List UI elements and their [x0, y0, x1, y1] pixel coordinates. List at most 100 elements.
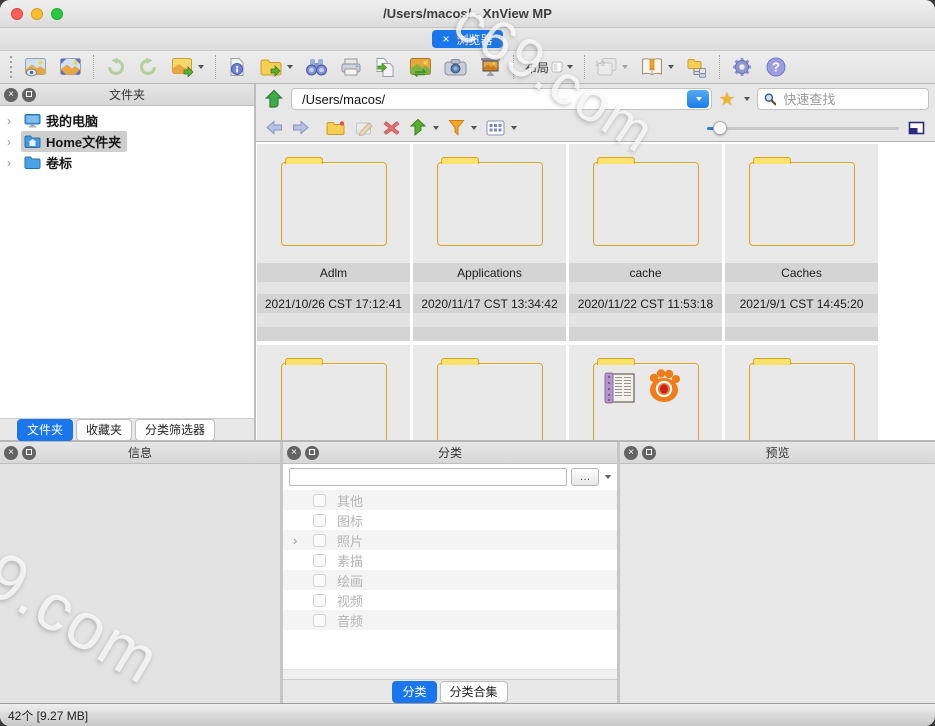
checkbox[interactable] [313, 574, 326, 587]
close-panel-button[interactable]: × [4, 446, 18, 460]
expand-icon[interactable]: › [293, 533, 297, 548]
view-image-button[interactable] [18, 53, 53, 81]
folder-thumbnail [569, 144, 722, 263]
layout-button[interactable]: 布局 [519, 53, 579, 81]
photo-compare-icon [409, 57, 432, 77]
hierarchy-button[interactable] [680, 53, 714, 81]
tree-item-volumes[interactable]: › 卷标 [0, 152, 254, 173]
tab-category-sets[interactable]: 分类合集 [440, 681, 508, 703]
file-item[interactable] [413, 345, 566, 440]
checkbox[interactable] [313, 614, 326, 627]
category-row-icons[interactable]: 图标 [283, 510, 617, 530]
delete-icon[interactable] [383, 120, 400, 136]
close-panel-button[interactable]: × [624, 446, 638, 460]
settings-button[interactable] [725, 53, 759, 81]
file-item[interactable] [725, 345, 878, 440]
file-item-cache[interactable]: cache 2020/11/22 CST 11:53:18 [569, 144, 722, 341]
chevron-down-icon[interactable] [605, 475, 611, 479]
float-panel-button[interactable] [305, 446, 319, 460]
category-row-sketch[interactable]: 素描 [283, 550, 617, 570]
category-row-other[interactable]: 其他 [283, 490, 617, 510]
forward-icon[interactable] [292, 120, 309, 135]
close-window-button[interactable] [11, 8, 23, 20]
tree-item-computer[interactable]: › 我的电脑 [0, 110, 254, 131]
help-button[interactable]: ? [759, 53, 793, 81]
category-filter-input[interactable] [289, 468, 567, 486]
file-item-applications[interactable]: Applications 2020/11/17 CST 13:34:42 [413, 144, 566, 341]
export-button[interactable] [368, 53, 403, 81]
chevron-down-icon [567, 65, 573, 69]
checkbox[interactable] [313, 494, 326, 507]
grid-view-icon [486, 120, 505, 136]
compare-button[interactable] [403, 53, 438, 81]
file-item-caches[interactable]: Caches 2021/9/1 CST 14:45:20 [725, 144, 878, 341]
file-item-adlm[interactable]: Adlm 2021/10/26 CST 17:12:41 [257, 144, 410, 341]
path-input[interactable] [300, 91, 687, 108]
tab-folders[interactable]: 文件夹 [17, 419, 73, 441]
filter-button[interactable] [448, 119, 477, 136]
close-panel-button[interactable]: × [287, 446, 301, 460]
float-panel-button[interactable] [642, 446, 656, 460]
file-name: cache [569, 263, 722, 282]
slider-track[interactable] [707, 127, 899, 130]
favorites-star-icon[interactable]: ★ [719, 90, 735, 108]
chevron-down-icon[interactable] [744, 97, 750, 101]
toolbar-drag-handle[interactable] [8, 56, 14, 78]
edit-icon[interactable] [355, 120, 374, 136]
home-folder-icon [24, 134, 41, 149]
back-icon[interactable] [266, 120, 283, 135]
checkbox[interactable] [313, 534, 326, 547]
tree-item-home[interactable]: › Home文件夹 [0, 131, 254, 152]
print-button[interactable] [334, 53, 368, 81]
thumbnail-size-slider[interactable] [707, 121, 899, 135]
expand-icon[interactable]: › [7, 114, 21, 128]
capture-button[interactable] [438, 53, 473, 81]
close-tab-icon[interactable]: × [442, 33, 449, 45]
pip-view-icon[interactable] [908, 120, 925, 136]
slideshow-button[interactable] [473, 53, 508, 81]
rotate-left-icon [105, 57, 126, 77]
file-item[interactable] [569, 345, 722, 440]
close-panel-button[interactable]: × [4, 88, 18, 102]
tab-browser[interactable]: × 浏览器 [432, 30, 502, 48]
preview-panel-body [620, 464, 935, 703]
rotate-right-button[interactable] [132, 53, 165, 81]
category-row-painting[interactable]: 绘画 [283, 570, 617, 590]
camera-icon [444, 58, 467, 77]
float-panel-button[interactable] [22, 446, 36, 460]
checkbox[interactable] [313, 514, 326, 527]
new-folder-icon[interactable] [326, 120, 346, 136]
slider-knob[interactable] [713, 121, 727, 135]
tab-favorites[interactable]: 收藏夹 [76, 419, 132, 441]
book-view-button[interactable] [634, 53, 680, 81]
tab-category[interactable]: 分类 [392, 681, 436, 703]
photo-convert-icon [171, 57, 194, 77]
convert-button[interactable] [165, 53, 210, 81]
zoom-window-button[interactable] [51, 8, 63, 20]
info-button[interactable] [221, 53, 253, 81]
path-history-button[interactable] [687, 90, 709, 108]
sort-button[interactable] [409, 119, 439, 136]
category-row-video[interactable]: 视频 [283, 590, 617, 610]
book-icon [640, 57, 664, 77]
float-panel-button[interactable] [22, 88, 36, 102]
view-mode-button[interactable] [486, 120, 517, 136]
fullscreen-button[interactable] [53, 53, 88, 81]
category-row-photos[interactable]: ›照片 [283, 530, 617, 550]
minimize-window-button[interactable] [31, 8, 43, 20]
folder-up-icon[interactable] [264, 89, 284, 109]
expand-icon[interactable]: › [7, 156, 21, 170]
rotate-left-button[interactable] [99, 53, 132, 81]
expand-icon[interactable]: › [7, 135, 21, 149]
checkbox[interactable] [313, 554, 326, 567]
category-row-audio[interactable]: 音频 [283, 610, 617, 630]
window-title: /Users/macos/ - XnView MP [383, 6, 552, 21]
find-button[interactable] [299, 53, 334, 81]
checkbox[interactable] [313, 594, 326, 607]
file-item[interactable] [257, 345, 410, 440]
tab-category-filter[interactable]: 分类筛选器 [135, 419, 215, 441]
open-with-button[interactable] [253, 53, 299, 81]
search-input[interactable] [781, 91, 922, 108]
category-more-button[interactable]: … [571, 468, 599, 486]
pages-view-button[interactable]: 1-2 [590, 53, 634, 81]
